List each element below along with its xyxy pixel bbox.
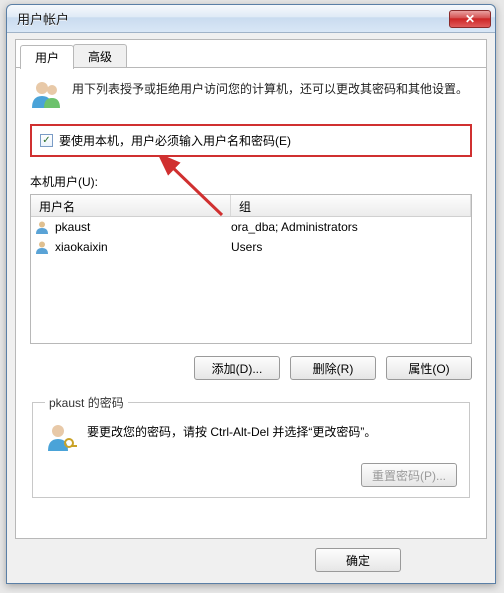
checkmark-icon: ✓ [42, 135, 50, 146]
tab-panel-users: 用下列表授予或拒绝用户访问您的计算机，还可以更改其密码和其他设置。 ✓ 要使用本… [16, 68, 486, 512]
require-login-label: 要使用本机，用户必须输入用户名和密码(E) [59, 132, 291, 149]
client-area: 用户 高级 用下列表授予或拒绝用户访问您的计算机，还可以更改其密码和其他设置。 [15, 39, 487, 539]
remove-button[interactable]: 删除(R) [290, 356, 376, 380]
window-title: 用户帐户 [17, 9, 449, 28]
user-group: ora_dba; Administrators [231, 220, 467, 234]
user-icon [35, 220, 53, 234]
require-login-checkbox[interactable]: ✓ [40, 134, 53, 147]
password-text: 要更改您的密码，请按 Ctrl-Alt-Del 并选择“更改密码”。 [87, 421, 457, 441]
list-item[interactable]: pkaust ora_dba; Administrators [31, 217, 471, 237]
tab-label: 高级 [88, 50, 112, 64]
user-icon [35, 240, 53, 254]
list-item[interactable]: xiaokaixin Users [31, 237, 471, 257]
user-name: pkaust [53, 220, 231, 234]
user-accounts-dialog: 用户帐户 ✕ 用户 高级 [6, 4, 496, 584]
users-icon [30, 78, 62, 110]
tab-strip: 用户 高级 [16, 40, 486, 68]
user-buttons-row: 添加(D)... 删除(R) 属性(O) [30, 356, 472, 380]
password-legend: pkaust 的密码 [45, 394, 128, 411]
reset-password-button[interactable]: 重置密码(P)... [361, 463, 457, 487]
list-body: pkaust ora_dba; Administrators xiaokaixi… [31, 217, 471, 257]
password-group: pkaust 的密码 要更改您的密码，请按 Ctrl-Alt-Del 并选择“更… [32, 394, 470, 498]
key-user-icon [45, 421, 77, 453]
tab-label: 用户 [35, 51, 59, 65]
dialog-buttons: 确定 [15, 545, 487, 575]
add-button[interactable]: 添加(D)... [194, 356, 280, 380]
users-section-label: 本机用户(U): [30, 173, 472, 190]
ok-button[interactable]: 确定 [315, 548, 401, 572]
column-header-group[interactable]: 组 [231, 195, 471, 216]
intro-text: 用下列表授予或拒绝用户访问您的计算机，还可以更改其密码和其他设置。 [72, 78, 472, 98]
users-list[interactable]: 用户名 组 pkaust ora_dba; Administrators [30, 194, 472, 344]
properties-button[interactable]: 属性(O) [386, 356, 472, 380]
column-header-username[interactable]: 用户名 [31, 195, 231, 216]
close-button[interactable]: ✕ [449, 10, 491, 28]
titlebar[interactable]: 用户帐户 ✕ [7, 5, 495, 33]
close-icon: ✕ [465, 13, 475, 25]
user-group: Users [231, 240, 467, 254]
list-header: 用户名 组 [31, 195, 471, 217]
require-login-row: ✓ 要使用本机，用户必须输入用户名和密码(E) [30, 124, 472, 157]
user-name: xiaokaixin [53, 240, 231, 254]
intro-row: 用下列表授予或拒绝用户访问您的计算机，还可以更改其密码和其他设置。 [30, 78, 472, 110]
tab-users[interactable]: 用户 [20, 45, 74, 69]
tab-advanced[interactable]: 高级 [73, 44, 127, 67]
